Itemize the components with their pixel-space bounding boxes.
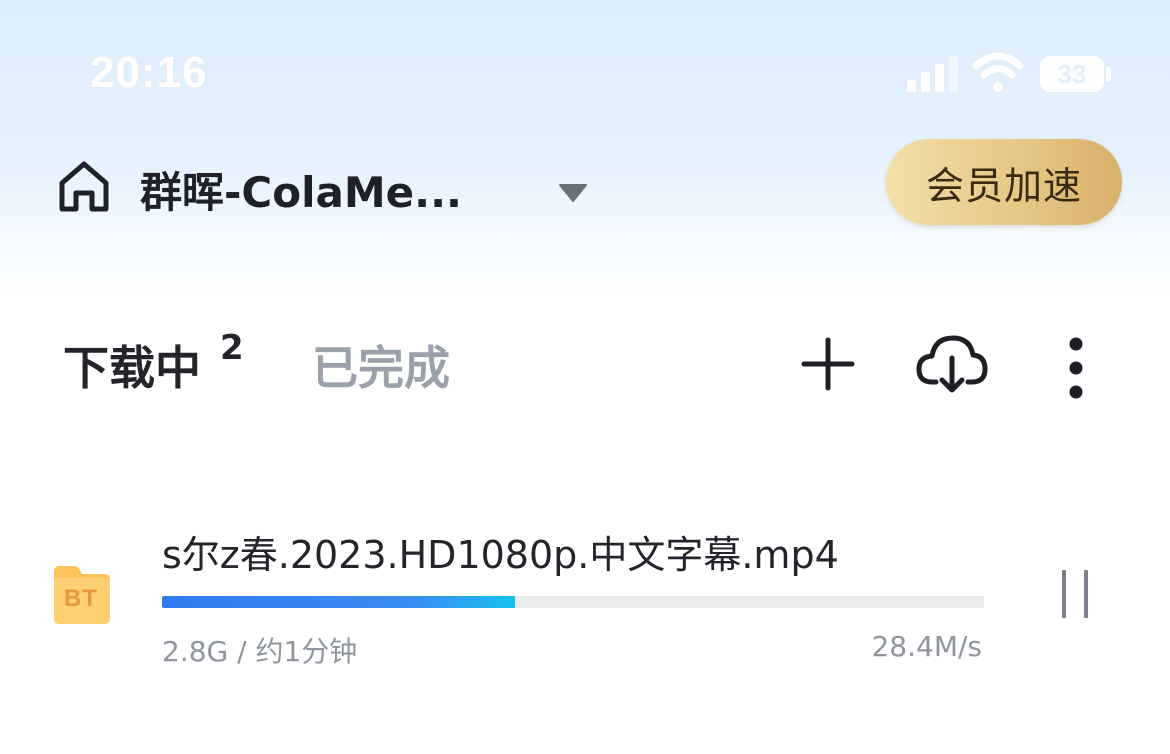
status-time: 20:16 bbox=[90, 48, 208, 97]
bt-folder-icon: BT bbox=[50, 562, 114, 628]
battery-level: 33 bbox=[1057, 59, 1087, 89]
pause-bar-right bbox=[1084, 570, 1088, 618]
plus-icon[interactable] bbox=[796, 332, 860, 396]
more-vertical-icon[interactable] bbox=[1056, 330, 1096, 406]
status-bar: 20:16 33 bbox=[0, 0, 1170, 140]
home-icon[interactable] bbox=[56, 159, 112, 215]
top-header: 群晖-ColaMe... 会员加速 bbox=[0, 135, 1170, 235]
tab-downloading[interactable]: 下载中 bbox=[63, 332, 201, 398]
tabs-row: 下载中 2 已完成 bbox=[0, 320, 1170, 410]
tab-completed[interactable]: 已完成 bbox=[312, 332, 450, 398]
progress-bar bbox=[162, 596, 984, 608]
cellular-signal-icon bbox=[907, 56, 958, 92]
task-size-eta: 2.8G / 约1分钟 bbox=[162, 635, 358, 668]
wifi-icon bbox=[972, 52, 1024, 92]
battery-indicator: 33 bbox=[1040, 56, 1104, 92]
chevron-down-icon[interactable] bbox=[550, 173, 596, 213]
device-selector-label[interactable]: 群晖-ColaMe... bbox=[140, 159, 462, 220]
cloud-download-icon[interactable] bbox=[914, 330, 990, 396]
battery-cap bbox=[1106, 67, 1111, 81]
bt-badge-label: BT bbox=[64, 585, 98, 612]
pause-bar-left bbox=[1062, 570, 1066, 618]
task-speed: 28.4M/s bbox=[871, 630, 982, 663]
pause-icon[interactable] bbox=[1056, 566, 1096, 622]
task-filename: s尔z春.2023.HD1080p.中文字幕.mp4 bbox=[162, 533, 839, 577]
download-task-row[interactable]: BT s尔z春.2023.HD1080p.中文字幕.mp4 2.8G / 约1分… bbox=[0, 510, 1170, 680]
downloading-count-badge: 2 bbox=[220, 328, 244, 368]
progress-bar-fill bbox=[162, 596, 516, 608]
vip-accelerate-button[interactable]: 会员加速 bbox=[886, 139, 1122, 225]
